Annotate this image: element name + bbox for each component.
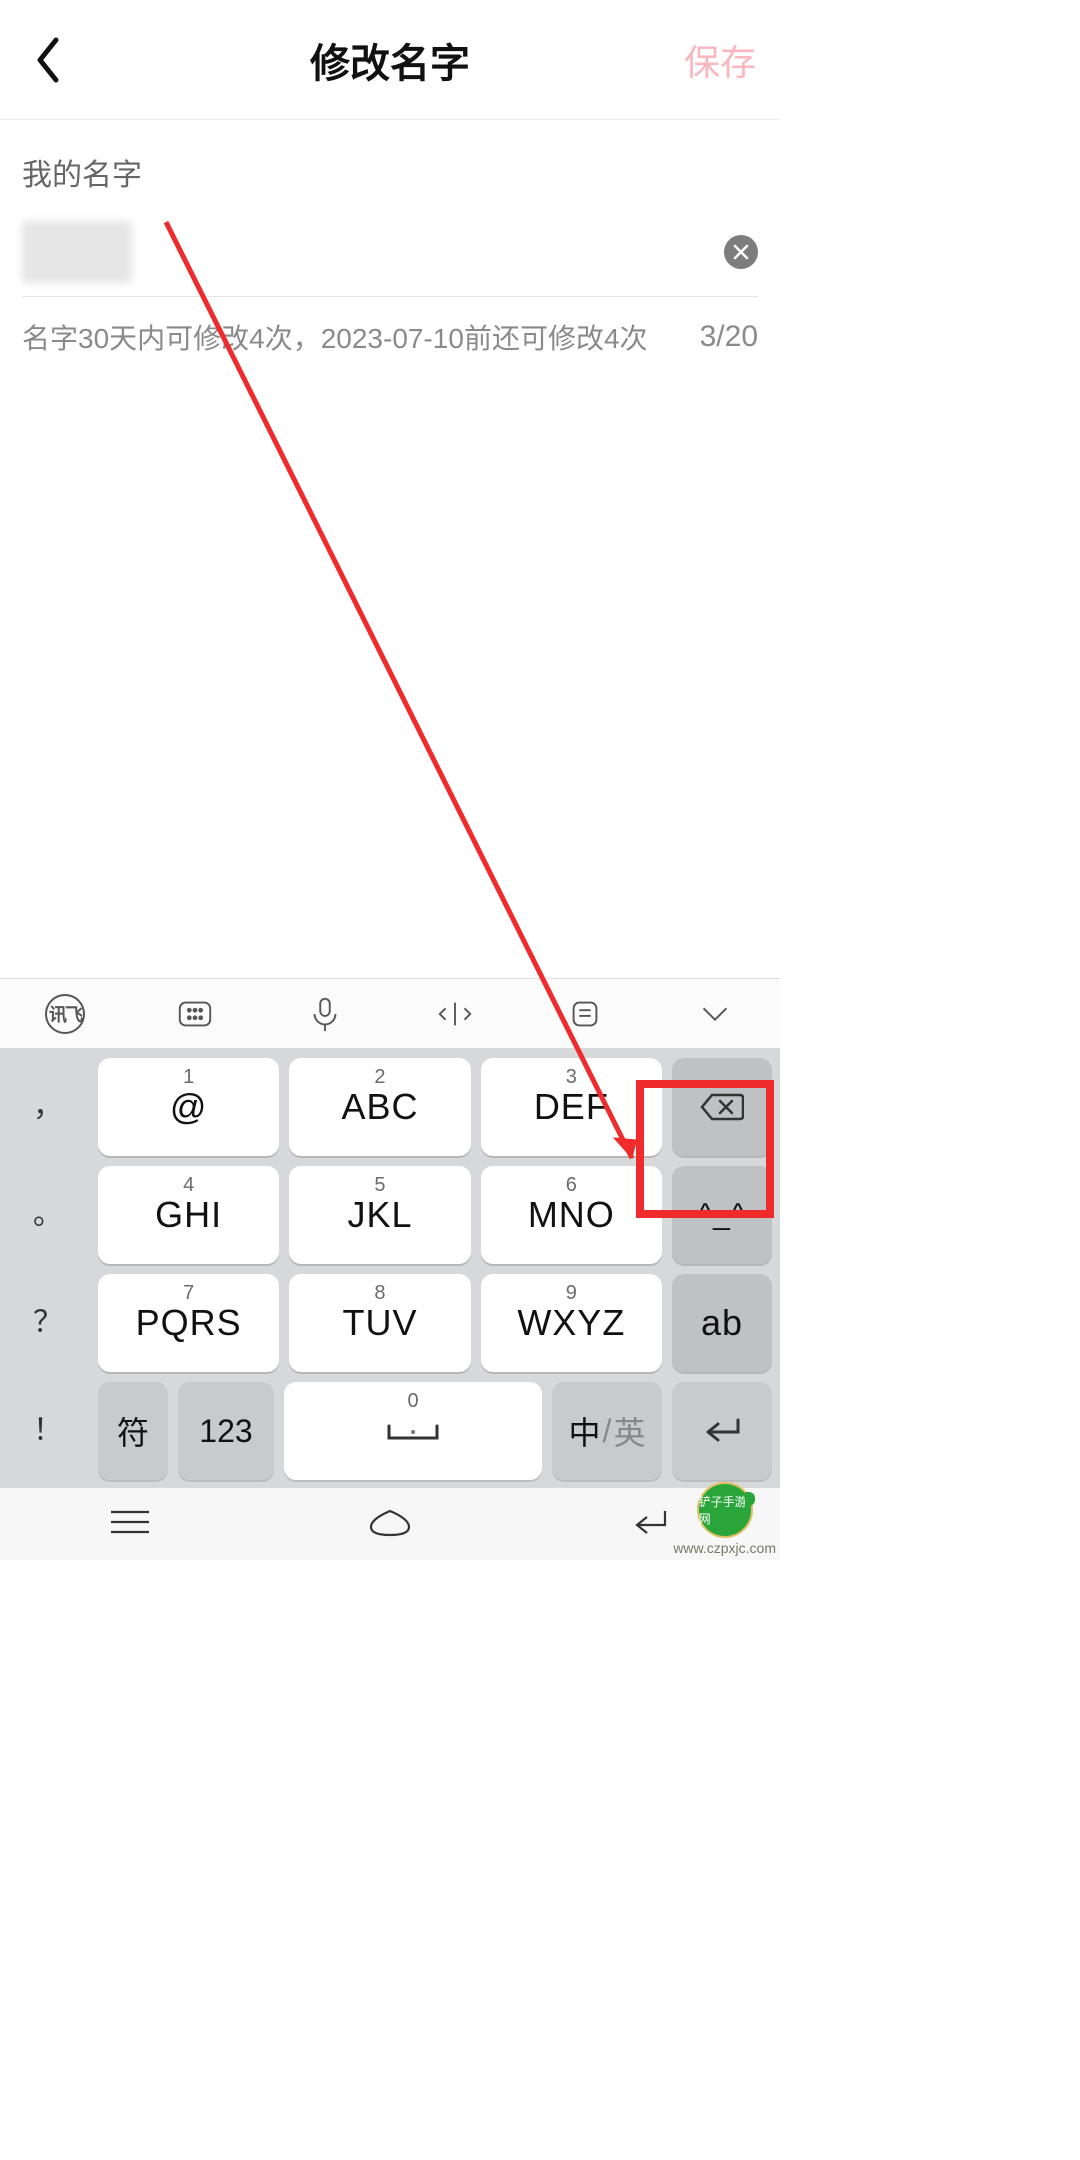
keyboard-grid: ， 1@ 2ABC 3DEF 。 bbox=[0, 1048, 780, 1488]
edit-name-form: 我的名字 名字30天内可修改4次，2023-07-10前还可修改4次 3/20 bbox=[0, 120, 780, 357]
watermark: 铲子手游网 www.czpxjc.com bbox=[673, 1482, 776, 1556]
clear-input-button[interactable] bbox=[724, 235, 758, 269]
close-icon bbox=[733, 244, 749, 260]
header-bar: 修改名字 保存 bbox=[0, 0, 780, 120]
enter-key[interactable] bbox=[672, 1382, 772, 1480]
page-title: 修改名字 bbox=[310, 31, 470, 89]
keyboard-toolbar: 讯飞 bbox=[0, 978, 780, 1048]
key-8-tuv[interactable]: 8TUV bbox=[289, 1274, 470, 1372]
key-9-wxyz[interactable]: 9WXYZ bbox=[481, 1274, 662, 1372]
ab-key[interactable]: ab bbox=[672, 1274, 772, 1372]
enter-icon bbox=[700, 1416, 744, 1446]
hint-row: 名字30天内可修改4次，2023-07-10前还可修改4次 3/20 bbox=[22, 317, 758, 357]
punct-period-key[interactable]: 。 bbox=[8, 1166, 88, 1264]
keyboard-settings-icon[interactable] bbox=[175, 994, 215, 1034]
numeric-key[interactable]: 123 bbox=[178, 1382, 274, 1480]
back-nav-button[interactable] bbox=[625, 1505, 675, 1544]
collapse-keyboard-icon[interactable] bbox=[695, 994, 735, 1034]
language-toggle-key[interactable]: 中/英 bbox=[552, 1382, 662, 1480]
field-label: 我的名字 bbox=[22, 150, 758, 194]
key-2-abc[interactable]: 2ABC bbox=[289, 1058, 470, 1156]
ime-brand-icon[interactable]: 讯飞 bbox=[45, 994, 85, 1034]
key-3-def[interactable]: 3DEF bbox=[481, 1058, 662, 1156]
backspace-key[interactable] bbox=[672, 1058, 772, 1156]
space-key[interactable]: 0 bbox=[284, 1382, 542, 1480]
symbol-key[interactable]: 符 bbox=[98, 1382, 168, 1480]
punct-exclaim-key[interactable]: ！ bbox=[8, 1382, 88, 1480]
recent-apps-button[interactable] bbox=[105, 1505, 155, 1544]
punct-comma-key[interactable]: ， bbox=[8, 1058, 88, 1156]
punct-question-key[interactable]: ？ bbox=[8, 1274, 88, 1372]
divider bbox=[22, 296, 758, 297]
space-icon bbox=[383, 1416, 443, 1446]
name-input[interactable] bbox=[22, 221, 132, 283]
key-1-at[interactable]: 1@ bbox=[98, 1058, 279, 1156]
clipboard-icon[interactable] bbox=[565, 994, 605, 1034]
emoji-key[interactable]: ^_^ bbox=[672, 1166, 772, 1264]
backspace-icon bbox=[700, 1092, 744, 1122]
watermark-logo-icon: 铲子手游网 bbox=[697, 1482, 753, 1538]
home-button[interactable] bbox=[365, 1505, 415, 1544]
key-7-pqrs[interactable]: 7PQRS bbox=[98, 1274, 279, 1372]
chevron-left-icon bbox=[34, 36, 62, 84]
char-counter: 3/20 bbox=[700, 320, 758, 354]
save-button[interactable]: 保存 bbox=[684, 34, 756, 86]
cursor-move-icon[interactable] bbox=[435, 994, 475, 1034]
key-4-ghi[interactable]: 4GHI bbox=[98, 1166, 279, 1264]
name-input-row bbox=[22, 212, 758, 292]
mic-icon[interactable] bbox=[305, 994, 345, 1034]
ime-keyboard: 讯飞 ， 1@ 2ABC 3DEF bbox=[0, 978, 780, 1488]
watermark-url: www.czpxjc.com bbox=[673, 1540, 776, 1556]
key-6-mno[interactable]: 6MNO bbox=[481, 1166, 662, 1264]
hint-text: 名字30天内可修改4次，2023-07-10前还可修改4次 bbox=[22, 317, 648, 357]
back-button[interactable] bbox=[24, 36, 72, 84]
key-5-jkl[interactable]: 5JKL bbox=[289, 1166, 470, 1264]
system-nav-bar bbox=[0, 1488, 780, 1560]
